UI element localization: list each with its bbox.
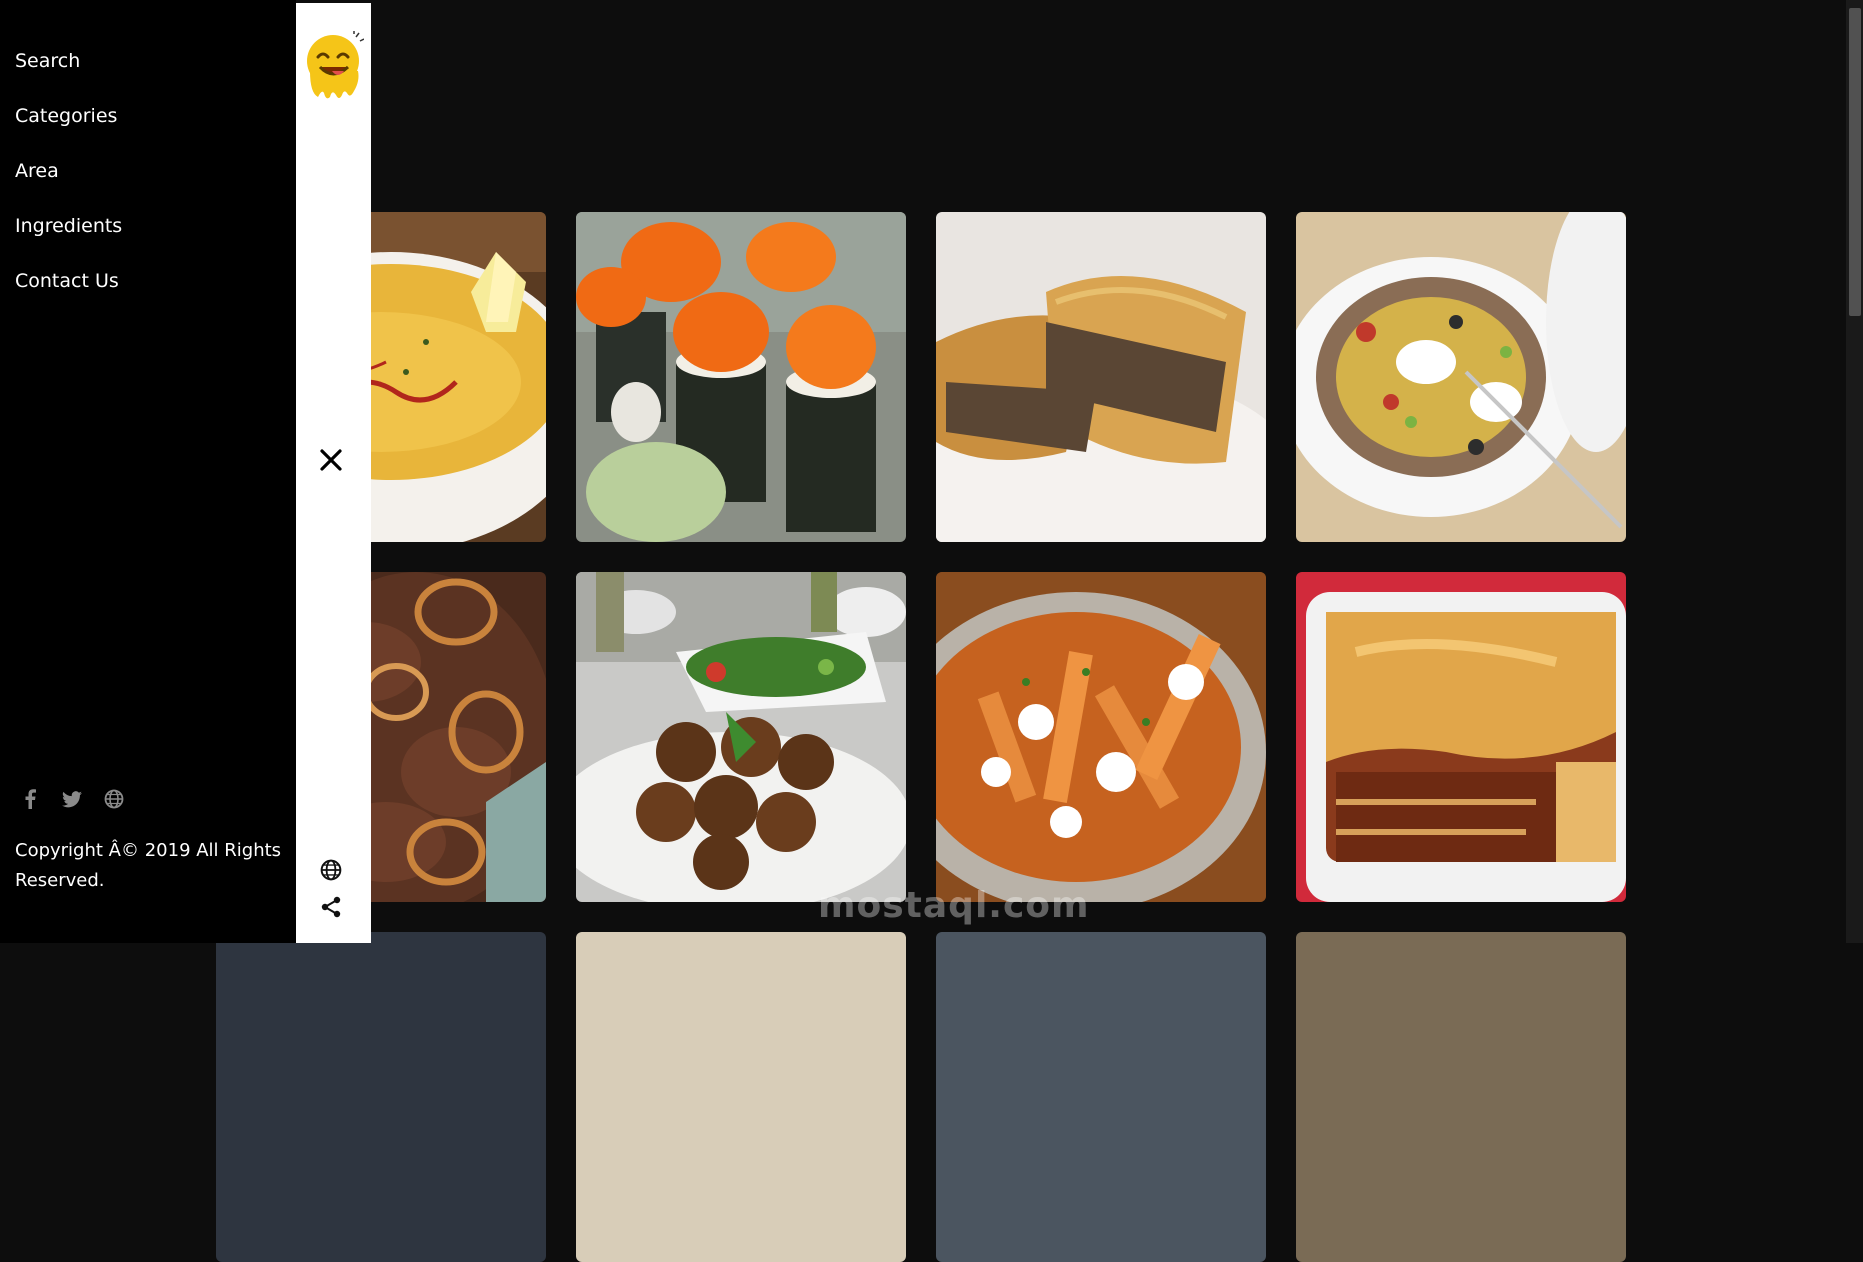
meal-image [576,932,906,1262]
meal-image [1296,212,1626,542]
facebook-icon[interactable] [20,788,40,810]
meal-card-falafel[interactable] [576,572,906,902]
meal-image [576,572,906,902]
meal-card-poutine[interactable] [936,572,1266,902]
copyright-text: Copyright Â© 2019 All Rights Reserved. [15,840,282,891]
scrollbar-thumb[interactable] [1849,8,1861,316]
globe-icon[interactable] [104,788,124,810]
meal-image [1296,572,1626,902]
app: Search Categories Area Ingredients Conta… [0,0,1863,1262]
meal-card-burek[interactable] [936,212,1266,542]
twitter-icon[interactable] [62,788,82,810]
meal-image [936,212,1266,542]
nav-item-ingredients[interactable]: Ingredients [15,209,122,264]
nav-item-contact-us[interactable]: Contact Us [15,264,122,319]
meal-card-10[interactable] [576,932,906,1262]
close-icon[interactable] [316,445,346,475]
meal-image [576,212,906,542]
meal-card-lasagne[interactable] [1296,572,1626,902]
nav-item-search[interactable]: Search [15,44,122,99]
scrollbar[interactable] [1846,0,1863,943]
meal-image [936,932,1266,1262]
nav-list: Search Categories Area Ingredients Conta… [15,44,122,319]
globe-icon[interactable] [320,859,342,881]
meal-image [1296,932,1626,1262]
share-icon[interactable] [320,896,342,918]
meal-card-stuffed-potato[interactable] [1296,212,1626,542]
social-links [20,788,124,810]
meal-image [216,932,546,1262]
meal-card-12[interactable] [1296,932,1626,1262]
nav-item-area[interactable]: Area [15,154,122,209]
watermark-text: mostaql.com [818,885,1090,926]
smiley-logo-icon[interactable] [304,31,365,101]
side-menu: Search Categories Area Ingredients Conta… [0,0,296,943]
meal-image [936,572,1266,902]
meal-card-11[interactable] [936,932,1266,1262]
meal-card-sushi[interactable] [576,212,906,542]
meal-card-9[interactable] [216,932,546,1262]
nav-item-categories[interactable]: Categories [15,99,122,154]
side-strip [296,3,371,943]
